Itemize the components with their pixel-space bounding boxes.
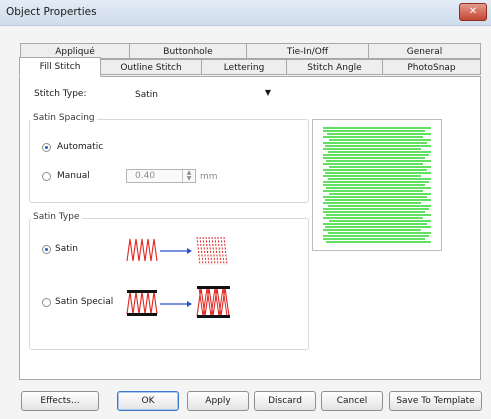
tab-general[interactable]: General	[368, 43, 481, 59]
manual-spacing-value: 0.40	[135, 171, 156, 181]
tab-outline-stitch[interactable]: Outline Stitch	[100, 59, 202, 75]
apply-button[interactable]: Apply	[187, 391, 249, 411]
stitch-type-select[interactable]: Satin ▼	[132, 87, 271, 103]
tab-buttonhole[interactable]: Buttonhole	[129, 43, 247, 59]
ok-button[interactable]: OK	[117, 391, 179, 411]
satin-stitch-diagram	[126, 236, 228, 266]
spacing-unit: mm	[200, 172, 218, 182]
stitch-preview	[312, 119, 442, 251]
satin-radio[interactable]	[42, 245, 51, 254]
green-satin-preview-image	[313, 120, 441, 250]
satin-special-radio[interactable]	[42, 298, 51, 307]
manual-radio[interactable]	[42, 172, 51, 181]
tab-photosnap[interactable]: PhotoSnap	[382, 59, 481, 75]
satin-spacing-title: Satin Spacing	[31, 113, 97, 123]
tab-lettering[interactable]: Lettering	[201, 59, 287, 75]
stitch-type-label: Stitch Type:	[34, 89, 87, 99]
close-button[interactable]: ✕	[459, 3, 487, 21]
dialog-body: Appliqué Buttonhole Tie-In/Off General F…	[0, 26, 491, 419]
title-bar: Object Properties ✕	[0, 0, 491, 26]
fill-stitch-pane: Stitch Type: Satin ▼ Satin Spacing Autom…	[19, 76, 481, 380]
tab-tie-in-off[interactable]: Tie-In/Off	[246, 43, 369, 59]
object-properties-dialog: Object Properties ✕ Appliqué Buttonhole …	[0, 0, 491, 419]
effects-button[interactable]: Effects...	[21, 391, 99, 411]
spinner-arrows-icon[interactable]: ▲ ▼	[182, 170, 195, 182]
tab-fill-stitch[interactable]: Fill Stitch	[19, 57, 101, 77]
discard-button[interactable]: Discard	[254, 391, 316, 411]
satin-special-label[interactable]: Satin Special	[55, 297, 113, 307]
manual-label[interactable]: Manual	[57, 171, 90, 181]
manual-spacing-stepper[interactable]: 0.40 ▲ ▼	[126, 169, 196, 183]
satin-spacing-group	[29, 119, 309, 203]
automatic-radio[interactable]	[42, 143, 51, 152]
stitch-type-value: Satin	[135, 90, 158, 100]
satin-label[interactable]: Satin	[55, 244, 78, 254]
satin-type-title: Satin Type	[31, 212, 82, 222]
save-to-template-button[interactable]: Save To Template	[389, 391, 482, 411]
tab-stitch-angle[interactable]: Stitch Angle	[286, 59, 383, 75]
satin-special-diagram	[126, 286, 230, 318]
cancel-button[interactable]: Cancel	[321, 391, 383, 411]
dropdown-arrow-icon[interactable]: ▼	[265, 88, 271, 97]
automatic-label[interactable]: Automatic	[57, 142, 103, 152]
window-title: Object Properties	[6, 6, 97, 18]
